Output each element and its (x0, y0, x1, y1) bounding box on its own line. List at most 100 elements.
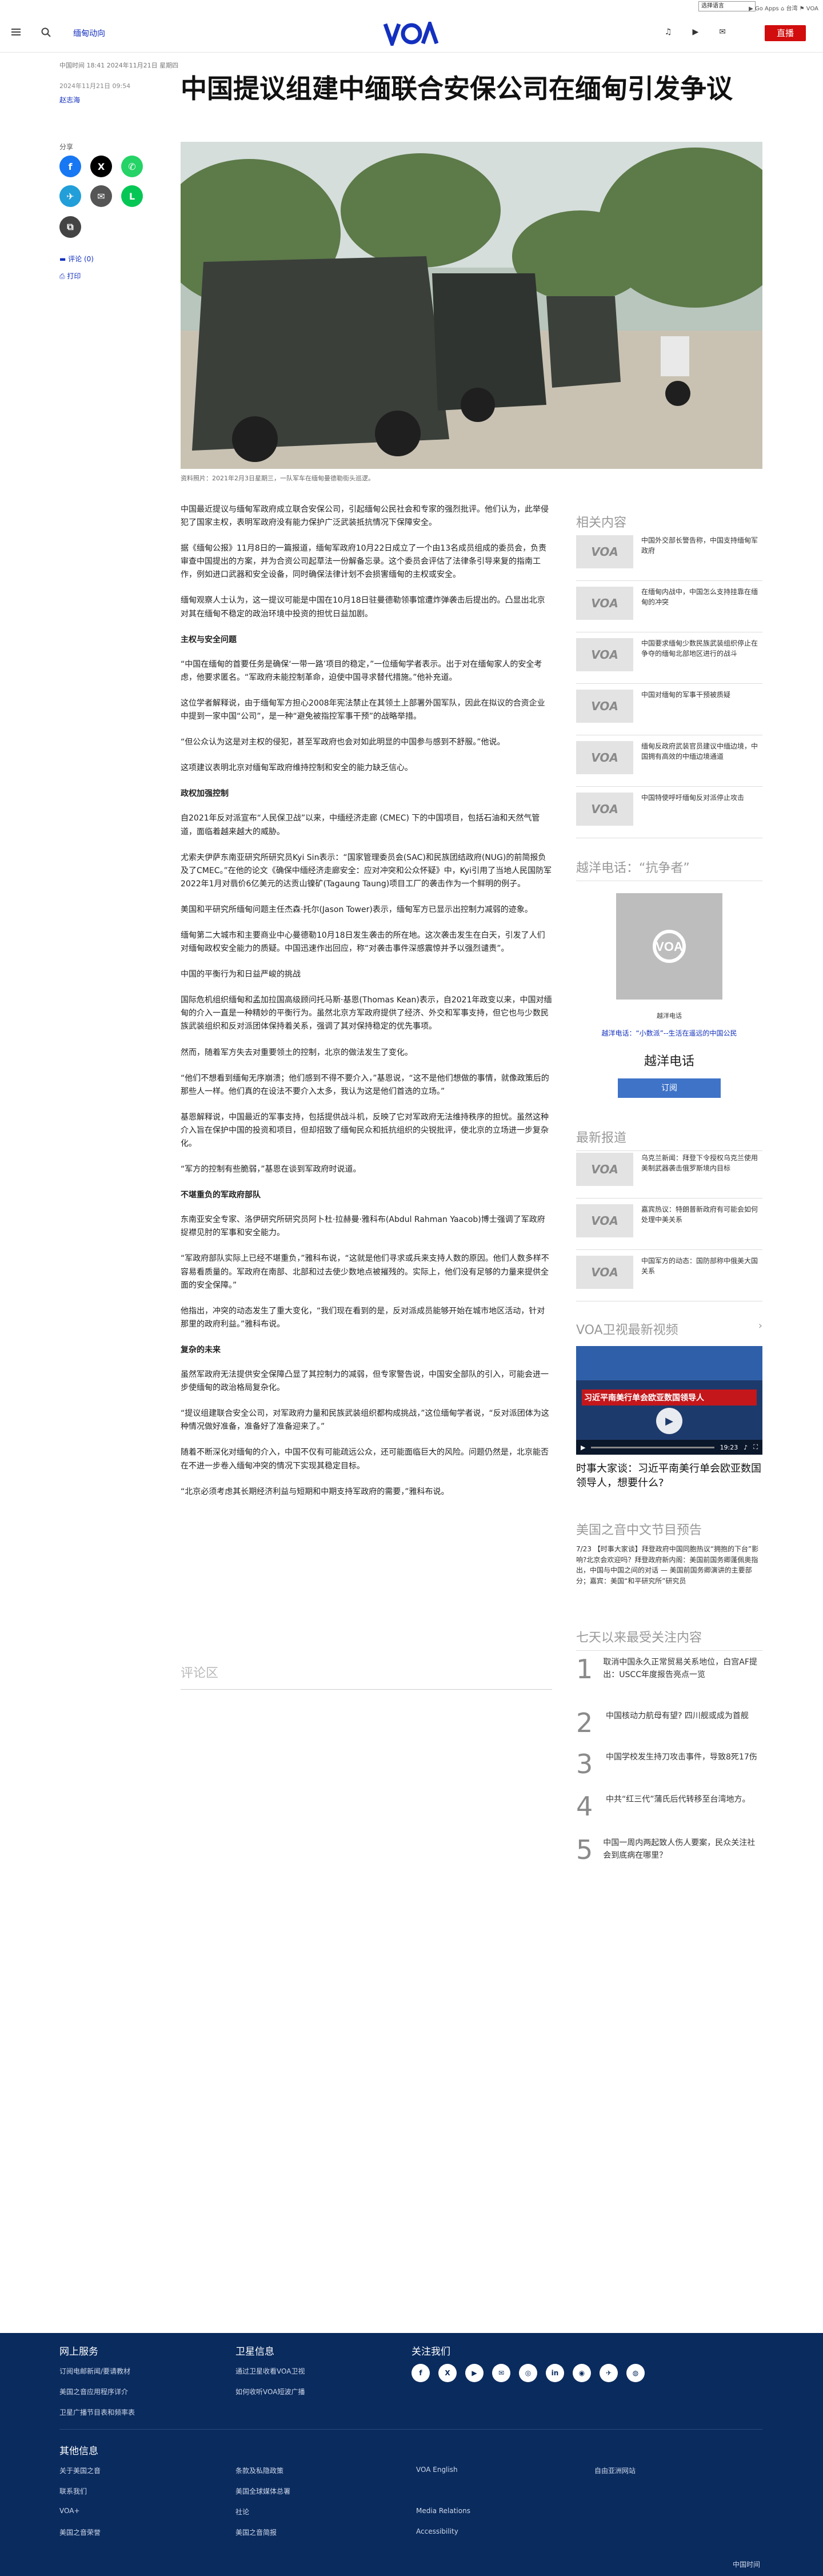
voa-thumb-icon: VOA (576, 587, 633, 620)
related-item[interactable]: VOA 中国对缅甸的军事干预被质疑 (576, 690, 762, 735)
play-icon[interactable]: ▶ (656, 1408, 682, 1434)
progress-bar[interactable] (591, 1446, 714, 1448)
youtube-icon[interactable]: ▶ (465, 2364, 484, 2382)
paragraph: “军方的控制有些脆弱，”基恩在谈到军政府时说道。 (181, 1165, 361, 1174)
footer-link[interactable]: VOA English (416, 2466, 458, 2474)
email-icon[interactable]: ✉ (90, 185, 112, 207)
trending-item[interactable]: 3 中国学校发生持刀攻击事件，导致8死17伤 (576, 1751, 762, 1777)
email-icon[interactable]: ✉ (492, 2364, 510, 2382)
voa-logo[interactable] (383, 18, 440, 50)
hotline-logo[interactable]: VOA (616, 893, 722, 1000)
latest-heading: 最新报道 (576, 1128, 762, 1151)
voa-thumb-icon: VOA (576, 1256, 633, 1289)
footer-link[interactable]: 如何收听VOA短波广播 (235, 2387, 305, 2396)
video-heading[interactable]: VOA卫视最新视频 › (576, 1320, 762, 1338)
x-icon[interactable]: X (90, 156, 112, 177)
subscribe-button[interactable]: 订阅 (618, 1078, 721, 1098)
latest-item[interactable]: VOA 乌克兰新闻：拜登下令授权乌克兰使用美制武器袭击俄罗斯境内目标 (576, 1153, 762, 1199)
footer-heading: 网上服务 (59, 2346, 98, 2358)
related-item[interactable]: VOA 中国要求缅甸少数民族武装组织停止在争夺的缅甸北部地区进行的战斗 (576, 638, 762, 684)
top-links[interactable]: ▶ Go Apps ⌂ 台湾 ⚑ VOA (749, 3, 818, 12)
footer-link[interactable]: 订阅电邮新闻/要请教材 (59, 2366, 130, 2376)
x-icon[interactable]: X (438, 2364, 457, 2382)
author-link[interactable]: 赵志海 (59, 95, 80, 105)
voa-thumb-icon: VOA (576, 1153, 633, 1186)
schedule-text[interactable]: 7/23 【时事大家谈】拜登政府中国同胞热议“拥抱的下台”影响?北京会欢迎吗？拜… (576, 1544, 762, 1586)
live-button[interactable]: 直播 (765, 25, 806, 41)
related-item[interactable]: VOA 在缅甸内战中，中国怎么支持挂靠在缅甸的冲突 (576, 587, 762, 632)
footer-link[interactable]: 通过卫星收看VOA卫视 (235, 2366, 305, 2376)
rank-number: 1 (576, 1654, 593, 1685)
image-caption: 资料照片：2021年2月3日星期三，一队军车在缅甸曼德勒街头巡逻。 (181, 475, 374, 482)
rss-icon[interactable]: ◉ (573, 2364, 591, 2382)
footer-link[interactable]: 美国全球媒体总署 (235, 2486, 290, 2496)
trending-item[interactable]: 2 中国核动力航母有望? 四川舰或成为首舰 (576, 1710, 762, 1736)
footer-link[interactable]: 自由亚洲网站 (594, 2466, 636, 2475)
trending-item[interactable]: 5 中国一周内两起致人伤人要案，民众关注社会到底病在哪里？ (576, 1837, 762, 1863)
site-header: 缅甸动向 ♫ ▶ ✉ 直播 (0, 14, 823, 53)
footer-link[interactable]: Media Relations (416, 2507, 470, 2515)
paragraph: 中国的平衡行为和日益严峻的挑战 (181, 970, 301, 980)
print-link[interactable]: ⎙ 打印 (59, 271, 81, 281)
search-icon[interactable] (40, 26, 53, 39)
paragraph: “中国在缅甸的首要任务是确保‘一带一路’项目的稳定，”一位缅甸学者表示。出于对在… (181, 659, 542, 682)
related-item[interactable]: VOA 缅甸反政府武装官员建议中缅边境，中国拥有高效的中缅边境通道 (576, 741, 762, 787)
trending-item[interactable]: 1 取消中国永久正常贸易关系地位，白宫AF提出：USCC年度报告亮点一览 (576, 1656, 762, 1682)
podcast-icon[interactable]: ◍ (626, 2364, 645, 2382)
footer-heading: 其他信息 (59, 2446, 98, 2457)
subscribe-icon[interactable]: ✉ (719, 27, 726, 37)
comments-link[interactable]: ▬ 评论 (0) (59, 254, 94, 264)
footer-link[interactable]: 社论 (235, 2507, 249, 2517)
footer-heading: 关注我们 (412, 2346, 450, 2358)
language-select[interactable]: 选择语言 (698, 1, 756, 11)
footer-link[interactable]: 美国之音简报 (235, 2527, 277, 2537)
whatsapp-icon[interactable]: ✆ (121, 156, 143, 177)
paragraph: 自2021年反对派宣布“人民保卫战”以来，中缅经济走廊 (CMEC) 下的中国项… (181, 814, 540, 837)
play-small-icon[interactable]: ▶ (581, 1444, 585, 1451)
telegram-icon[interactable]: ✈ (59, 185, 81, 207)
video-icon[interactable]: ▶ (692, 27, 698, 37)
linkedin-icon[interactable]: in (546, 2364, 564, 2382)
footer-link[interactable]: 美国之音应用程序详介 (59, 2387, 128, 2396)
related-item[interactable]: VOA 中国外交部长警告称，中国支持缅甸军政府 (576, 535, 762, 581)
paragraph: 据《缅甸公报》11月8日的一篇报道，缅甸军政府10月22日成立了一个由13名成员… (181, 544, 547, 580)
footer-link[interactable]: 条款及私隐政策 (235, 2466, 283, 2475)
fullscreen-icon[interactable]: ⛶ (753, 1443, 758, 1451)
section-link[interactable]: 缅甸动向 (73, 27, 105, 39)
related-item[interactable]: VOA 中国特使呼吁缅甸反对派停止攻击 (576, 793, 762, 838)
telegram-icon[interactable]: ✈ (600, 2364, 618, 2382)
facebook-icon[interactable]: f (59, 156, 81, 177)
comments-heading: 评论区 (181, 1663, 552, 1690)
footer-link[interactable]: 联系我们 (59, 2486, 87, 2496)
volume-icon[interactable]: ♪ (744, 1444, 748, 1451)
voa-thumb-icon: VOA (576, 1204, 633, 1237)
latest-item[interactable]: VOA 中国军方的动态：国防部称中俄美大国关系 (576, 1256, 762, 1301)
facebook-icon[interactable]: f (412, 2364, 430, 2382)
paragraph: 虽然军政府无法提供安全保障凸显了其控制力的减弱，但专家警告说，中国安全部队的引入… (181, 1370, 549, 1393)
article-body: 中国最近提议与缅甸军政府成立联合安保公司，引起缅甸公民社会和专家的强烈批评。他们… (181, 503, 552, 1511)
hotline-episode-link[interactable]: 越洋电话：“小数派”--生活在遥远的中国公民 (576, 1028, 762, 1038)
trending-item[interactable]: 4 中共“红三代”蒲氏后代转移至台湾地方。 (576, 1793, 762, 1819)
footer-link[interactable]: 关于美国之音 (59, 2466, 101, 2475)
site-footer: 网上服务 订阅电邮新闻/要请教材 美国之音应用程序详介 卫星广播节目表和频率表 … (0, 2333, 823, 2576)
paragraph: 缅甸第二大城市和主要商业中心曼德勒10月18日发生袭击的所在地。这次袭击发生在白… (181, 930, 545, 954)
menu-icon[interactable] (11, 29, 21, 35)
footer-link[interactable]: Accessibility (416, 2527, 458, 2535)
instagram-icon[interactable]: ◎ (519, 2364, 537, 2382)
voa-thumb-icon: VOA (576, 638, 633, 671)
audio-icon[interactable]: ♫ (665, 27, 672, 37)
video-player[interactable]: 习近平南美行单会欧亚数国领导人 ▶ ▶ 19:23 ♪ ⛶ (576, 1346, 762, 1455)
latest-item[interactable]: VOA 嘉宾热议：特朗普新政府有可能会如何处理中美关系 (576, 1204, 762, 1250)
footer-heading: 卫星信息 (235, 2346, 274, 2358)
rank-number: 4 (576, 1791, 593, 1822)
subheading: 政权加强控制 (181, 789, 229, 799)
publish-date: 2024年11月21日 09:54 (59, 82, 131, 90)
footer-link[interactable]: 卫星广播节目表和频率表 (59, 2407, 135, 2417)
footer-link[interactable]: 美国之音荣誉 (59, 2527, 101, 2537)
video-headline[interactable]: 时事大家谈：习近平南美行单会欧亚数国领导人，想要什么? (576, 1462, 762, 1490)
footer-link[interactable]: VOA+ (59, 2507, 80, 2515)
chevron-right-icon[interactable]: › (758, 1320, 762, 1332)
copy-link-icon[interactable]: ⧉ (59, 216, 81, 238)
rank-number: 5 (576, 1834, 593, 1865)
line-icon[interactable]: L (121, 185, 143, 207)
